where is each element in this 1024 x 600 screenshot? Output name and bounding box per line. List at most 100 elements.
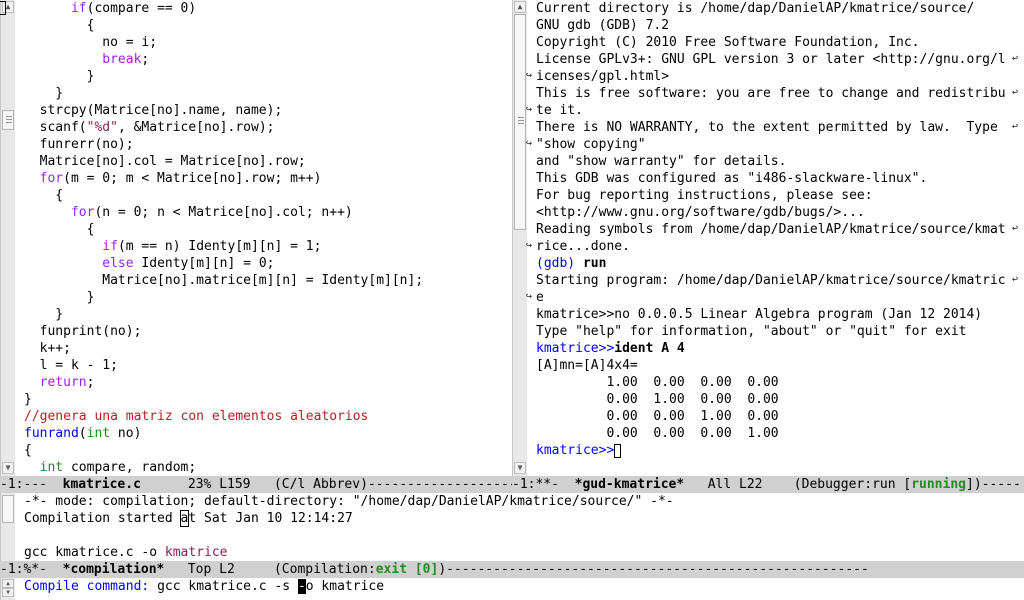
modeline-line: L22 (739, 477, 763, 492)
grip-icon (6, 116, 12, 117)
modeline-mode[interactable]: (C/l Abbrev) (274, 477, 368, 492)
gdb-pane[interactable]: ▲ ▼ Current directory is /home/dap/Danie… (512, 0, 1024, 476)
gdb-output-line: For bug reporting instructions, please s… (536, 188, 873, 203)
modeline-buffer-name[interactable]: *gud-kmatrice* (575, 477, 685, 492)
gdb-output-line: Copyright (C) 2010 Free Software Foundat… (536, 35, 920, 50)
gdb-output-line: License GPLv3+: GNU GPL version 3 or lat… (536, 52, 1006, 67)
modeline-gap (251, 477, 274, 492)
text-cursor (0, 1, 6, 15)
gdb-output-line: <http://www.gnu.org/software/gdb/bugs/>.… (536, 205, 865, 220)
code-line: scanf("%d", &Matrice[no].row); (24, 120, 275, 135)
modeline-gap (164, 562, 187, 577)
scroll-up-arrow-icon[interactable]: ▲ (514, 1, 526, 13)
modeline-flags: -1:**- (512, 477, 575, 492)
modeline-position: Top (187, 562, 212, 577)
code-line: { (24, 18, 95, 33)
compilation-text-area[interactable]: -*- mode: compilation; default-directory… (24, 493, 1024, 561)
editor-modeline[interactable]: -1:--- kmatrice.c 23% L159 (C/l Abbrev)-… (0, 476, 512, 493)
compilation-pane[interactable]: -*- mode: compilation; default-directory… (0, 493, 1024, 561)
gdb-output-line: This GDB was configured as "i486-slackwa… (536, 171, 928, 186)
gdb-modeline[interactable]: -1:**- *gud-kmatrice* All L22 (Debugger:… (512, 476, 1024, 493)
wrap-arrow-icon: ↪ (526, 138, 533, 149)
modeline-gap (211, 562, 219, 577)
modeline-buffer-name[interactable]: *compilation* (63, 562, 165, 577)
matrix-row: 0.00 0.00 1.00 0.00 (536, 409, 779, 424)
modeline-mode[interactable]: (Compilation: (274, 562, 376, 577)
code-line: l = k - 1; (24, 358, 118, 373)
matrix-row: 0.00 0.00 0.00 1.00 (536, 426, 779, 441)
wrap-arrow-icon: ↪ (526, 240, 533, 251)
gdb-output-line: te it. (536, 103, 583, 118)
compilation-scroll-thumb[interactable] (2, 495, 14, 523)
modeline-flags: -1:--- (0, 477, 63, 492)
compilation-target[interactable]: kmatrice (165, 545, 228, 560)
modeline-mode[interactable]: (Debugger:run [ (794, 477, 911, 492)
gdb-output-line: GNU gdb (GDB) 7.2 (536, 18, 670, 33)
code-line: strcpy(Matrice[no].name, name); (24, 103, 283, 118)
code-line: if(m == n) Identy[m][n] = 1; (102, 239, 322, 254)
gdb-output-line: Type "help" for information, "about" or … (536, 324, 967, 339)
code-line: funrerr(no); (24, 137, 134, 152)
code-line: break; (102, 52, 150, 67)
modeline-gap (731, 477, 739, 492)
scroll-down-arrow-icon[interactable]: ▼ (514, 462, 526, 474)
minibuffer-input[interactable]: gcc kmatrice.c -s (157, 579, 298, 594)
grip-icon (518, 123, 524, 124)
wrap-arrow-icon: ↪ (526, 104, 533, 115)
modeline-fill: ------------------------ (367, 477, 512, 492)
code-line: { (24, 188, 64, 203)
scroll-down-arrow-icon[interactable]: ▼ (2, 462, 14, 474)
code-line: k++; (24, 341, 71, 356)
wrap-arrow-icon: ↪ (526, 291, 533, 302)
gdb-output-line: [A]mn=[A]4x4= (536, 358, 638, 373)
compilation-started-line: Compilation started at Sat Jan 10 12:14:… (24, 510, 353, 527)
gdb-prompt-line: kmatrice>>ident A 4 (536, 341, 685, 356)
modeline-buffer-name[interactable]: kmatrice.c (63, 477, 141, 492)
code-line: funprint(no); (24, 324, 142, 339)
scroll-down-arrow-icon[interactable]: ▼ (2, 588, 14, 597)
minibuffer-line[interactable]: Compile command: gcc kmatrice.c -s -o km… (24, 578, 384, 595)
gdb-output-line: rice...done. (536, 239, 630, 254)
modeline-line: L159 (219, 477, 251, 492)
wrap-arrow-icon: ↩ (1012, 121, 1019, 132)
gdb-output-line: icenses/gpl.html> (536, 69, 670, 84)
code-line: funrand(int no) (24, 426, 142, 441)
minibuffer[interactable]: ▲ ▼ Compile command: gcc kmatrice.c -s -… (0, 578, 1024, 600)
minibuffer-scrollbar[interactable]: ▲ ▼ (0, 578, 15, 600)
gdb-output-line: Current directory is /home/dap/DanielAP/… (536, 1, 975, 16)
code-line: } (24, 69, 95, 84)
gdb-text-area[interactable]: Current directory is /home/dap/DanielAP/… (536, 0, 1024, 476)
text-cursor (614, 443, 622, 458)
wrap-arrow-icon: ↩ (1012, 223, 1019, 234)
wrap-arrow-icon: ↩ (1012, 87, 1019, 98)
gdb-prompt-line: (gdb) run (536, 256, 607, 271)
editor-text-area[interactable]: if(compare == 0) { no = i; break; } } st… (0, 0, 510, 476)
code-line: } (24, 290, 95, 305)
gdb-scroll-thumb[interactable] (514, 14, 526, 230)
gdb-output-line: "show copying" (536, 137, 646, 152)
modeline-position: All (707, 477, 732, 492)
gdb-output-line: e (536, 290, 544, 305)
modeline-gap (684, 477, 707, 492)
code-line: else Identy[m][n] = 0; (102, 256, 275, 271)
scroll-up-arrow-icon[interactable]: ▲ (2, 579, 14, 588)
code-line: } (24, 86, 64, 101)
modeline-gap (141, 477, 188, 492)
gdb-output-line: kmatrice>>no 0.0.0.5 Linear Algebra prog… (536, 307, 983, 322)
editor-scroll-thumb[interactable] (2, 110, 14, 130)
code-line: Matrice[no].col = Matrice[no].row; (24, 154, 306, 169)
editor-scrollbar[interactable]: ▲ ▼ (0, 0, 15, 476)
editor-pane[interactable]: ▲ ▼ if(compare == 0) { no = i; break; } … (0, 0, 512, 476)
compilation-modeline[interactable]: -1:%*- *compilation* Top L2 (Compilation… (0, 561, 1024, 578)
minibuffer-input-rest[interactable]: o kmatrice (306, 579, 384, 594)
wrap-arrow-icon: ↪ (526, 70, 533, 81)
wrap-arrow-icon: ↩ (1012, 53, 1019, 64)
gdb-scrollbar[interactable]: ▲ ▼ (512, 0, 527, 476)
code-line: for(n = 0; n < Matrice[no].col; n++) (70, 205, 353, 220)
matrix-row: 0.00 1.00 0.00 0.00 (536, 392, 779, 407)
compilation-scrollbar[interactable] (0, 493, 15, 561)
modeline-gap (235, 562, 274, 577)
wrap-arrow-icon: ↩ (1012, 274, 1019, 285)
gdb-output-line: There is NO WARRANTY, to the extent perm… (536, 120, 1006, 135)
gdb-input-line[interactable]: kmatrice>> (536, 442, 622, 459)
